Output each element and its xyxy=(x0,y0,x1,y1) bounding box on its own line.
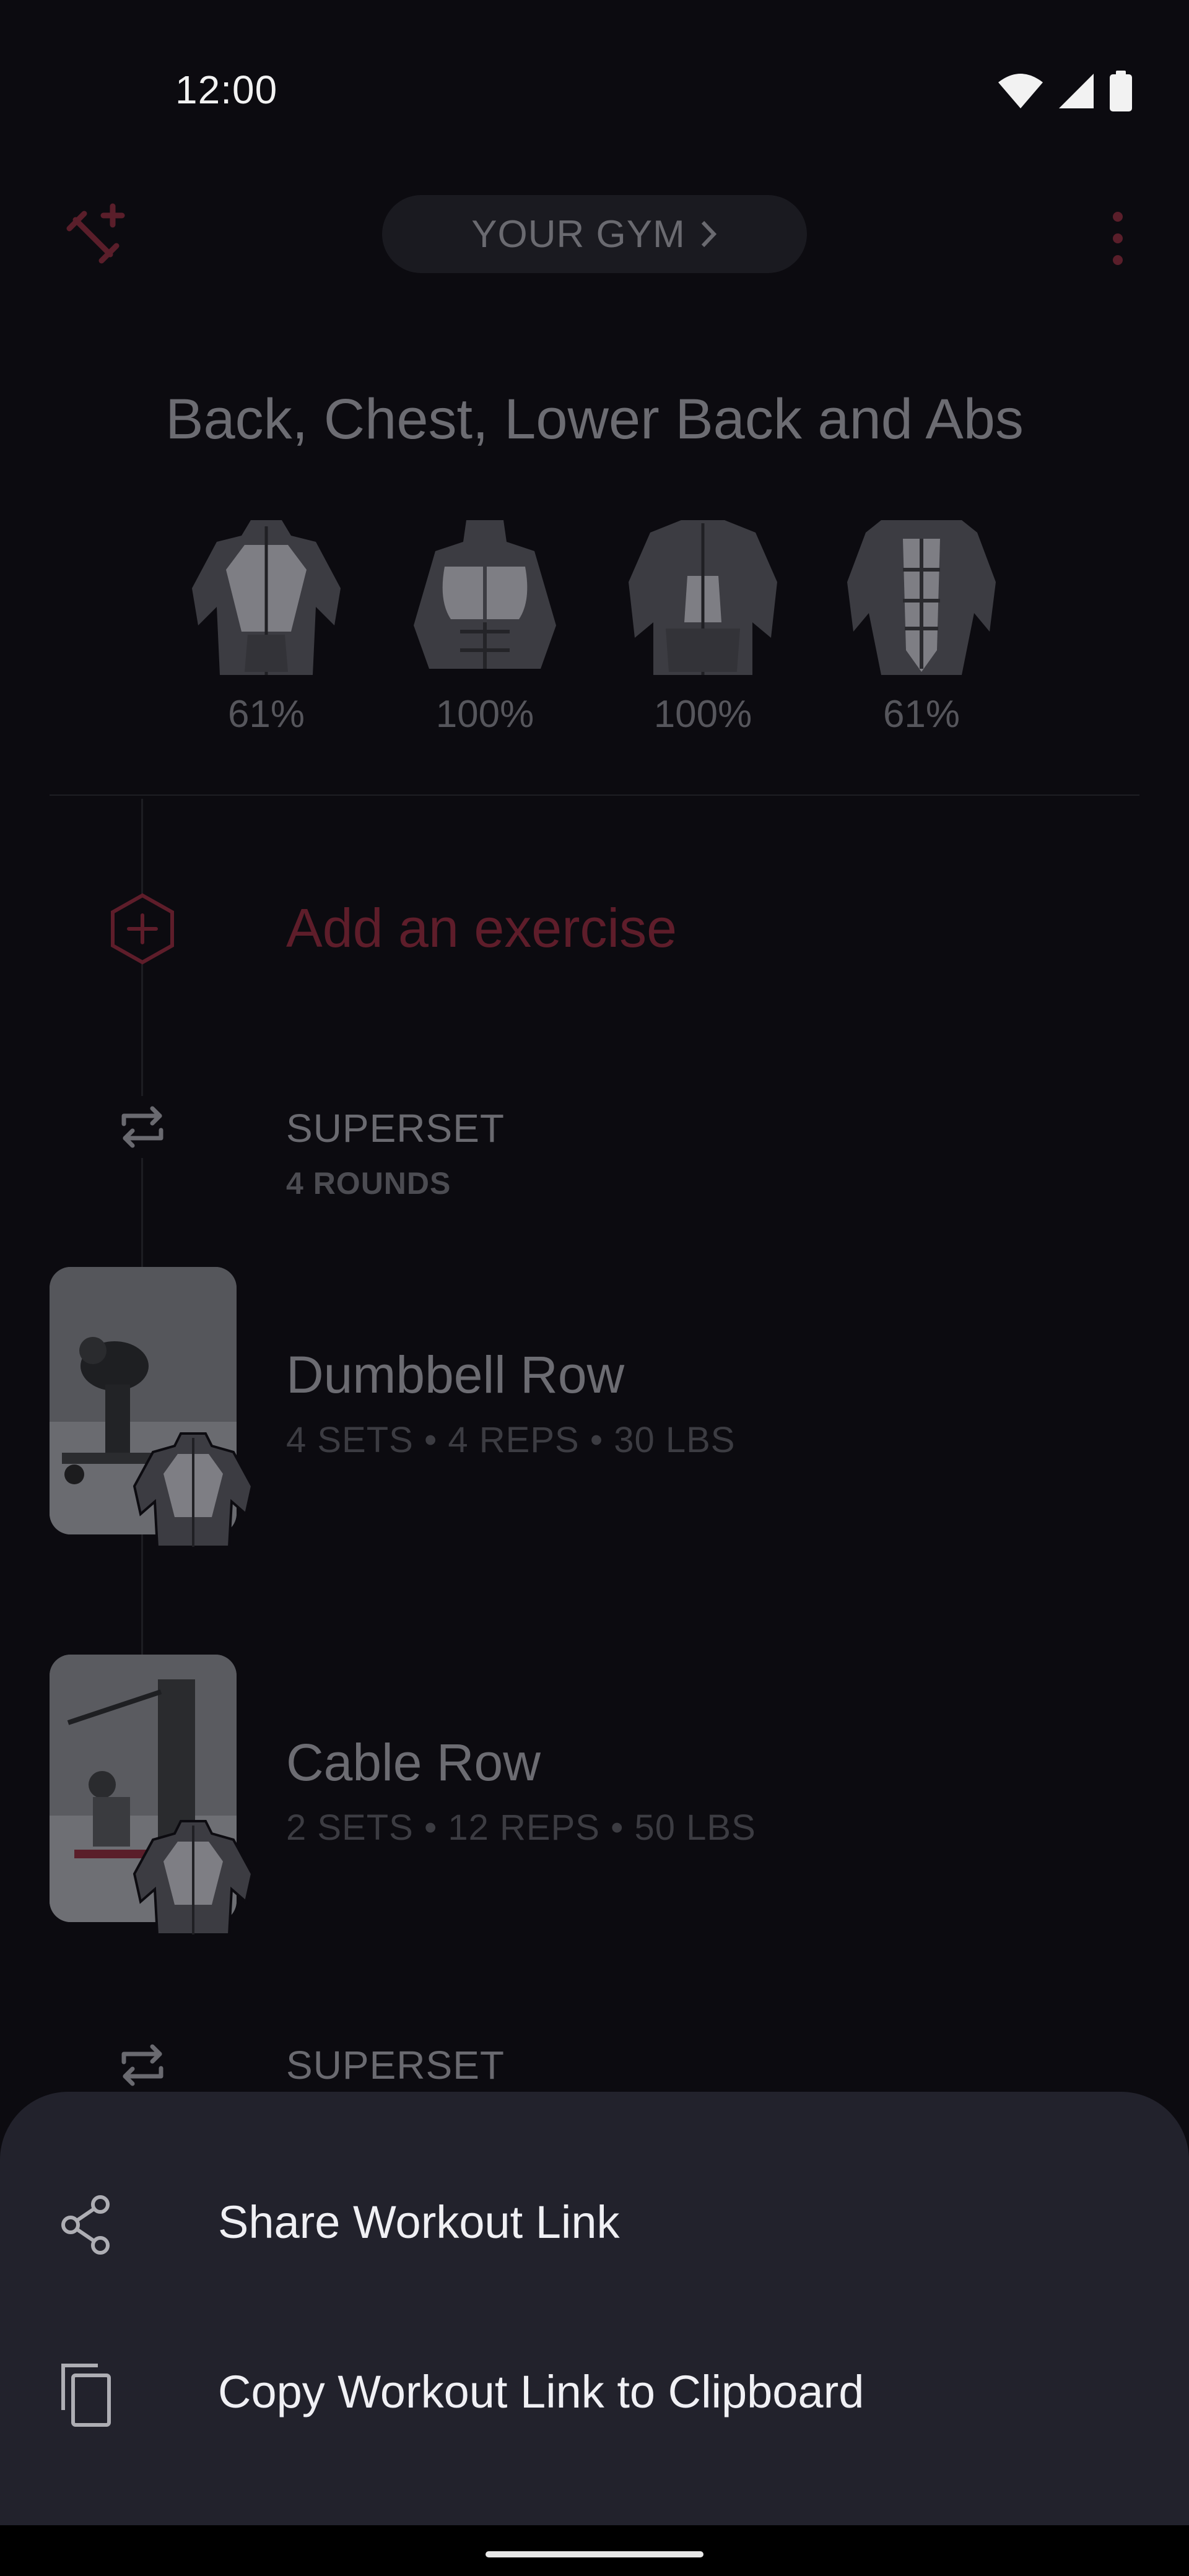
superset-title: SUPERSET xyxy=(286,2043,505,2087)
chest-muscle-icon xyxy=(414,520,556,669)
back-muscle-icon xyxy=(192,520,341,675)
exercise-details: 2 SETS • 12 REPS • 50 LBS xyxy=(286,1808,756,1848)
back-muscle-mini-icon xyxy=(133,1820,254,1936)
exercise-name: Cable Row xyxy=(286,1733,541,1791)
more-options-button[interactable] xyxy=(1102,204,1133,272)
abs-percent: 61% xyxy=(882,693,960,736)
more-vertical-icon xyxy=(1113,212,1123,265)
copy-workout-link-label: Copy Workout Link to Clipboard xyxy=(218,2366,865,2417)
add-exercise-label: Add an exercise xyxy=(286,897,677,959)
cell-signal-icon xyxy=(1059,74,1094,108)
share-icon xyxy=(61,2195,110,2255)
superset-title: SUPERSET xyxy=(286,1106,505,1151)
dumbbell-plus-icon xyxy=(66,203,125,264)
repeat-icon xyxy=(111,1096,173,1158)
share-workout-link-item[interactable]: Share Workout Link xyxy=(0,2154,1189,2296)
app-logo-button[interactable] xyxy=(62,201,130,269)
share-workout-link-label: Share Workout Link xyxy=(218,2196,620,2248)
back-muscle-mini-icon xyxy=(133,1432,254,1548)
exercise-details: 4 SETS • 4 REPS • 30 LBS xyxy=(286,1420,736,1460)
your-gym-button[interactable]: YOUR GYM xyxy=(382,195,807,273)
wifi-icon xyxy=(998,74,1043,108)
lower-back-muscle-icon xyxy=(629,520,777,675)
exercise-name: Dumbbell Row xyxy=(286,1346,625,1404)
workout-title: Back, Chest, Lower Back and Abs xyxy=(165,388,1024,451)
superset-rounds: 4 ROUNDS xyxy=(286,1166,451,1201)
status-icons xyxy=(997,69,1133,113)
divider xyxy=(50,794,1139,796)
your-gym-label: YOUR GYM xyxy=(471,212,686,256)
lower-back-percent: 100% xyxy=(653,693,752,736)
back-percent: 61% xyxy=(227,693,305,736)
chevron-right-icon xyxy=(701,220,716,248)
repeat-icon xyxy=(111,2034,173,2096)
add-hexagon-icon xyxy=(111,893,174,965)
status-time: 12:00 xyxy=(175,67,278,112)
home-gesture-handle[interactable] xyxy=(486,2551,703,2557)
copy-icon xyxy=(61,2364,111,2427)
navigation-bar xyxy=(0,2525,1189,2576)
chest-percent: 100% xyxy=(435,693,534,736)
battery-icon xyxy=(1110,71,1132,111)
abs-muscle-icon xyxy=(847,520,996,675)
copy-workout-link-item[interactable]: Copy Workout Link to Clipboard xyxy=(0,2323,1189,2466)
